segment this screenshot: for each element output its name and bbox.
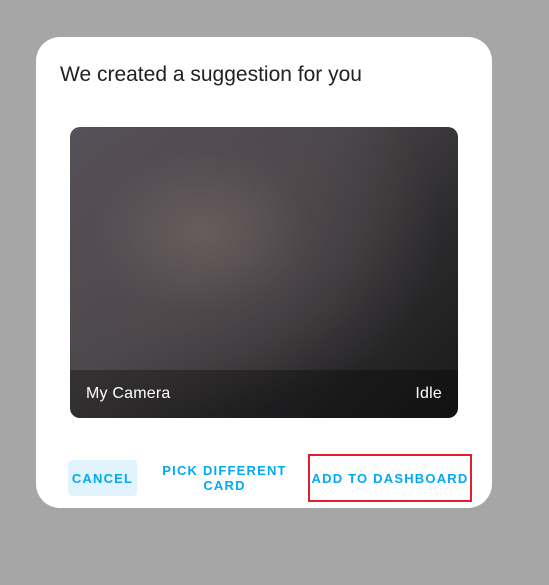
camera-name: My Camera bbox=[86, 385, 171, 402]
add-to-dashboard-button[interactable]: ADD TO DASHBOARD bbox=[308, 454, 472, 502]
camera-state: Idle bbox=[415, 385, 442, 402]
pick-different-card-button[interactable]: PICK DIFFERENT CARD bbox=[146, 460, 303, 496]
camera-preview-card[interactable]: My Camera Idle bbox=[70, 127, 458, 418]
dialog-actions: CANCEL PICK DIFFERENT CARD ADD TO DASHBO… bbox=[68, 454, 472, 502]
cancel-button[interactable]: CANCEL bbox=[68, 460, 137, 496]
dialog-title: We created a suggestion for you bbox=[60, 63, 362, 86]
camera-footer: My Camera Idle bbox=[70, 370, 458, 418]
suggestion-dialog: We created a suggestion for you My Camer… bbox=[36, 37, 492, 508]
